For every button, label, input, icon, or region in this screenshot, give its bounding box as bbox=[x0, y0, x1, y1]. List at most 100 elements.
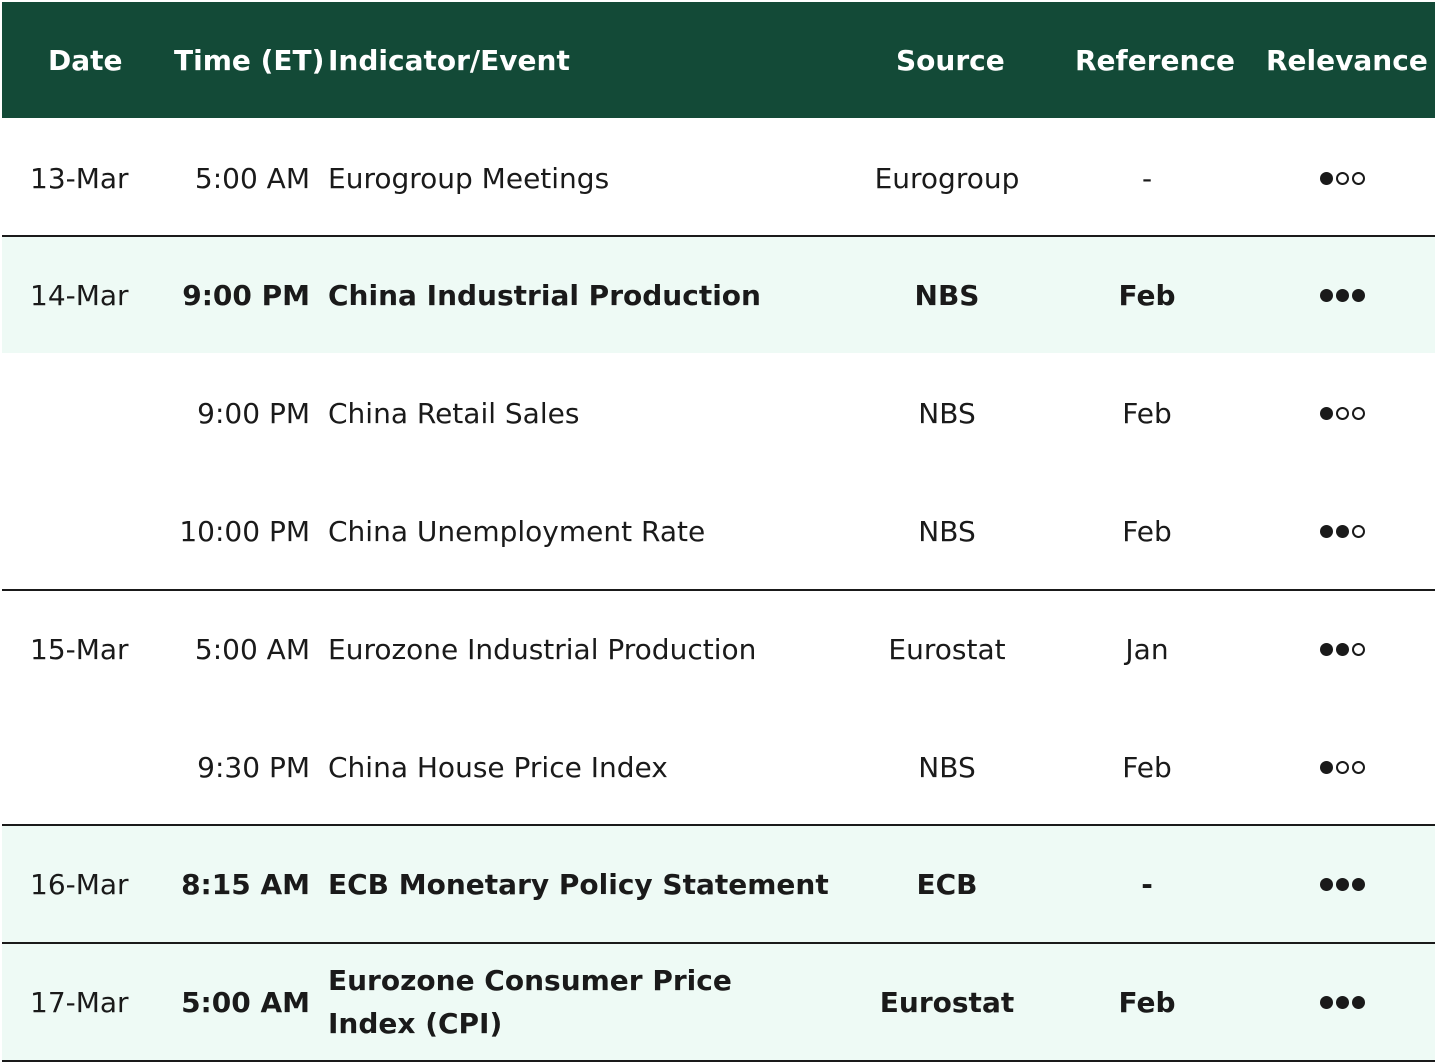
time-cell: 9:30 PM bbox=[197, 750, 310, 784]
event-cell: China House Price Index bbox=[328, 750, 668, 784]
filled-dot-icon bbox=[1319, 524, 1333, 538]
relevance-cell bbox=[1267, 120, 1417, 236]
header-relevance: Relevance bbox=[1266, 44, 1428, 77]
date-cell: 14-Mar bbox=[30, 278, 129, 312]
filled-dot-icon bbox=[1335, 995, 1349, 1009]
filled-dot-icon bbox=[1319, 406, 1333, 420]
table-row: 9:00 PM China Retail Sales NBS Feb bbox=[2, 355, 1435, 471]
filled-dot-icon bbox=[1351, 995, 1365, 1009]
event-cell: ECB Monetary Policy Statement bbox=[328, 867, 829, 901]
empty-dot-icon bbox=[1351, 524, 1365, 538]
source-cell: NBS bbox=[918, 396, 976, 430]
relevance-rating bbox=[1319, 642, 1365, 656]
table-row: 10:00 PM China Unemployment Rate NBS Feb bbox=[2, 473, 1435, 589]
source-cell: NBS bbox=[918, 514, 976, 548]
header-event: Indicator/Event bbox=[328, 44, 570, 77]
row-divider bbox=[2, 942, 1435, 944]
event-cell: China Industrial Production bbox=[328, 278, 761, 312]
relevance-cell bbox=[1267, 944, 1417, 1060]
reference-cell: Feb bbox=[1122, 396, 1172, 430]
header-date: Date bbox=[48, 44, 123, 77]
table-row: 13-Mar 5:00 AM Eurogroup Meetings Eurogroup… bbox=[2, 120, 1435, 236]
reference-cell: - bbox=[1141, 161, 1153, 195]
relevance-rating bbox=[1319, 760, 1365, 774]
empty-dot-icon bbox=[1351, 642, 1365, 656]
empty-dot-icon bbox=[1335, 406, 1349, 420]
table-header: Date Time (ET) Indicator/Event Source Re… bbox=[2, 2, 1435, 118]
table-row: 15-Mar 5:00 AM Eurozone Industrial Product… bbox=[2, 591, 1435, 707]
relevance-cell bbox=[1267, 591, 1417, 707]
event-cell: Eurozone Consumer Price Index (CPI) bbox=[328, 964, 732, 1040]
filled-dot-icon bbox=[1335, 877, 1349, 891]
date-cell bbox=[30, 355, 160, 471]
date-cell: 15-Mar bbox=[30, 632, 129, 666]
table-row: 17-Mar 5:00 AM Eurozone Consumer Price Ind… bbox=[2, 944, 1435, 1060]
filled-dot-icon bbox=[1319, 642, 1333, 656]
relevance-rating bbox=[1319, 171, 1365, 185]
relevance-cell bbox=[1267, 473, 1417, 589]
empty-dot-icon bbox=[1335, 760, 1349, 774]
header-time: Time (ET) bbox=[174, 44, 325, 77]
table-row: 9:30 PM China House Price Index NBS Feb bbox=[2, 709, 1435, 825]
filled-dot-icon bbox=[1351, 877, 1365, 891]
row-divider bbox=[2, 824, 1435, 826]
empty-dot-icon bbox=[1351, 760, 1365, 774]
event-cell: China Retail Sales bbox=[328, 396, 580, 430]
date-cell bbox=[30, 709, 160, 825]
filled-dot-icon bbox=[1351, 288, 1365, 302]
relevance-rating bbox=[1319, 524, 1365, 538]
reference-cell: Feb bbox=[1118, 278, 1176, 312]
filled-dot-icon bbox=[1335, 524, 1349, 538]
relevance-cell bbox=[1267, 355, 1417, 471]
time-cell: 5:00 AM bbox=[194, 632, 310, 666]
filled-dot-icon bbox=[1319, 995, 1333, 1009]
empty-dot-icon bbox=[1351, 171, 1365, 185]
filled-dot-icon bbox=[1335, 642, 1349, 656]
event-cell: Eurozone Industrial Production bbox=[328, 632, 757, 666]
reference-cell: Feb bbox=[1118, 985, 1176, 1019]
filled-dot-icon bbox=[1319, 760, 1333, 774]
row-divider bbox=[2, 235, 1435, 237]
reference-cell: - bbox=[1141, 867, 1153, 901]
event-cell: Eurogroup Meetings bbox=[328, 161, 610, 195]
filled-dot-icon bbox=[1319, 877, 1333, 891]
economic-calendar: Date Time (ET) Indicator/Event Source Re… bbox=[0, 0, 1437, 1062]
relevance-cell bbox=[1267, 826, 1417, 942]
date-cell: 13-Mar bbox=[30, 161, 129, 195]
relevance-rating bbox=[1319, 995, 1365, 1009]
time-cell: 9:00 PM bbox=[197, 396, 310, 430]
time-cell: 9:00 PM bbox=[182, 278, 310, 312]
table-row: 16-Mar 8:15 AM ECB Monetary Policy Stateme… bbox=[2, 826, 1435, 942]
date-cell bbox=[30, 473, 160, 589]
source-cell: Eurogroup bbox=[874, 161, 1020, 195]
reference-cell: Jan bbox=[1125, 632, 1169, 666]
source-cell: NBS bbox=[914, 278, 980, 312]
relevance-cell bbox=[1267, 709, 1417, 825]
header-reference: Reference bbox=[1075, 44, 1236, 77]
empty-dot-icon bbox=[1351, 406, 1365, 420]
source-cell: ECB bbox=[916, 867, 978, 901]
source-cell: NBS bbox=[918, 750, 976, 784]
time-cell: 5:00 AM bbox=[181, 985, 310, 1019]
row-divider bbox=[2, 589, 1435, 591]
filled-dot-icon bbox=[1319, 171, 1333, 185]
table-row: 14-Mar 9:00 PM China Industrial Production… bbox=[2, 237, 1435, 353]
time-cell: 8:15 AM bbox=[181, 867, 310, 901]
filled-dot-icon bbox=[1335, 288, 1349, 302]
relevance-rating bbox=[1319, 877, 1365, 891]
reference-cell: Feb bbox=[1122, 750, 1172, 784]
date-cell: 16-Mar bbox=[30, 867, 129, 901]
header-source: Source bbox=[896, 44, 1005, 77]
relevance-rating bbox=[1319, 406, 1365, 420]
reference-cell: Feb bbox=[1122, 514, 1172, 548]
time-cell: 5:00 AM bbox=[194, 161, 310, 195]
relevance-cell bbox=[1267, 237, 1417, 353]
date-cell: 17-Mar bbox=[30, 985, 129, 1019]
event-cell: China Unemployment Rate bbox=[328, 514, 706, 548]
relevance-rating bbox=[1319, 288, 1365, 302]
time-cell: 10:00 PM bbox=[179, 514, 310, 548]
source-cell: Eurostat bbox=[888, 632, 1006, 666]
filled-dot-icon bbox=[1319, 288, 1333, 302]
source-cell: Eurostat bbox=[879, 985, 1015, 1019]
empty-dot-icon bbox=[1335, 171, 1349, 185]
